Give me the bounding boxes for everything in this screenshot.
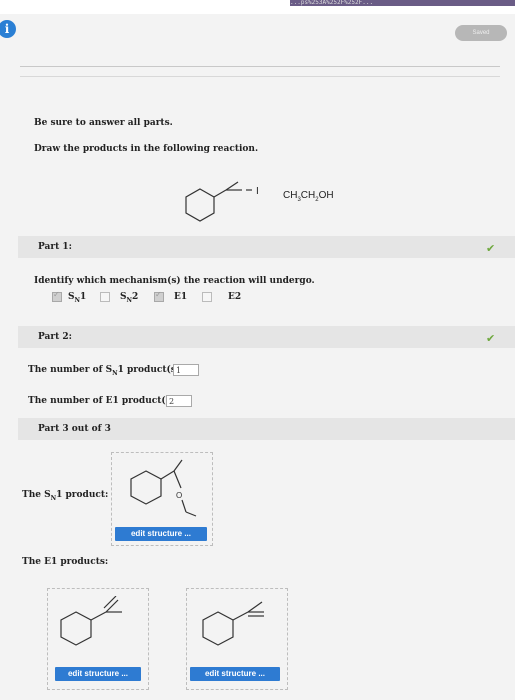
sn1-count-input[interactable]: 1 — [173, 364, 199, 376]
e1-product-1-structure — [60, 596, 122, 646]
reactant-structure: I — [185, 181, 259, 222]
reagent-formula: CH3CH2OH — [283, 190, 334, 203]
e1-products-label: The E1 products: — [22, 557, 109, 567]
sn1-count-label: The number of SN1 product(s): — [28, 365, 184, 377]
edit-structure-button[interactable]: edit structure ... — [190, 667, 280, 681]
url-fragment: ...ps%253A%252F%252F... — [290, 0, 515, 6]
divider — [20, 76, 500, 77]
edit-structure-button[interactable]: edit structure ... — [115, 527, 207, 541]
e1-count-input[interactable]: 2 — [166, 395, 192, 407]
answer-all-note: Be sure to answer all parts. — [34, 118, 173, 128]
e1-product-2-structure — [202, 601, 264, 646]
part3-title: Part 3 out of 3 — [38, 424, 111, 434]
saved-button[interactable]: Saved — [455, 25, 507, 41]
part1-title: Part 1: — [38, 242, 72, 252]
sn1-product-label: The SN1 product: — [22, 490, 109, 502]
part2-header — [18, 326, 515, 348]
e1-count-label: The number of E1 product(s): — [28, 396, 179, 406]
edit-structure-button[interactable]: edit structure ... — [55, 667, 141, 681]
checkbox-e2[interactable] — [202, 292, 212, 302]
part2-title: Part 2: — [38, 332, 72, 342]
option-sn2-label: SN2 — [120, 292, 139, 304]
instruction-text: Draw the products in the following react… — [34, 144, 259, 154]
svg-text:O: O — [176, 491, 182, 500]
part1-header — [18, 236, 515, 258]
option-e2-label: E2 — [228, 292, 242, 302]
checkbox-sn1[interactable] — [52, 290, 62, 302]
info-icon[interactable]: i — [0, 20, 16, 38]
option-e1-label: E1 — [174, 292, 188, 302]
part1-question: Identify which mechanism(s) the reaction… — [34, 276, 315, 286]
checkbox-e1[interactable] — [154, 290, 164, 302]
check-icon: ✔ — [486, 242, 496, 255]
iodine-label: I — [256, 186, 259, 197]
check-icon: ✔ — [486, 332, 496, 345]
divider — [20, 66, 500, 67]
checkbox-sn2[interactable] — [100, 292, 110, 302]
sn1-product-structure: O — [130, 459, 197, 517]
option-sn1-label: SN1 — [68, 292, 87, 304]
